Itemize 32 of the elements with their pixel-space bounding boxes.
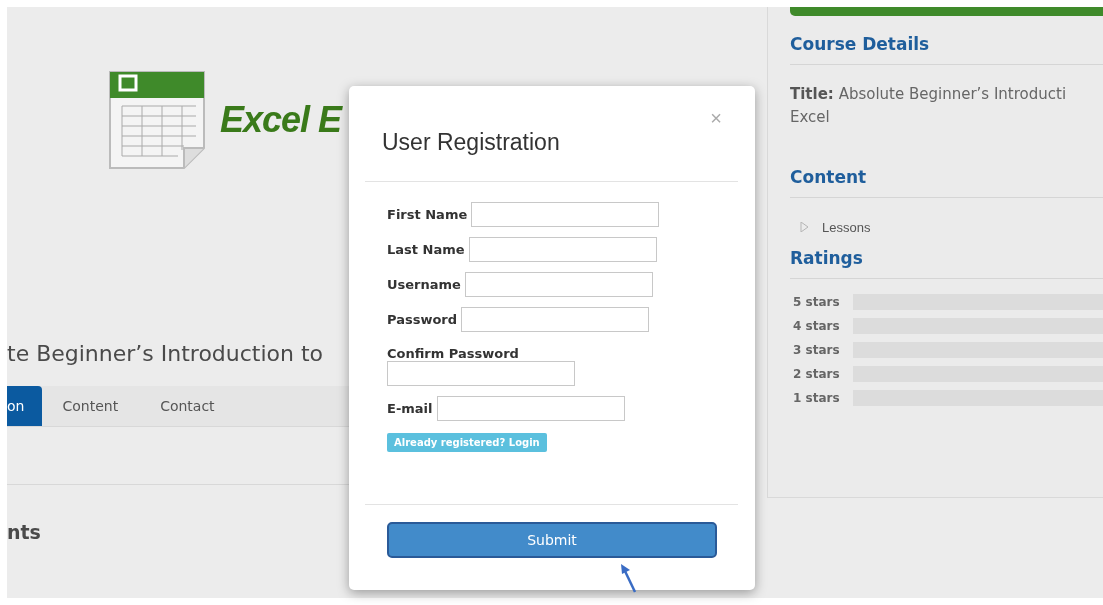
field-label: Password: [387, 312, 458, 327]
section-heading: nts: [7, 521, 41, 543]
spreadsheet-icon: [108, 70, 206, 170]
rating-label: 1 stars: [792, 391, 841, 405]
expand-icon[interactable]: [800, 222, 808, 232]
tree-item[interactable]: Lessons: [822, 219, 871, 235]
tab[interactable]: Contact: [160, 386, 237, 426]
rating-label: 3 stars: [792, 343, 841, 357]
section-heading: Ratings: [790, 248, 864, 268]
input-field[interactable]: [387, 361, 575, 386]
section-heading: Content: [790, 167, 868, 187]
logo-text: Excel E: [220, 99, 342, 141]
input-field[interactable]: [464, 272, 653, 297]
field-label: Confirm Password: [387, 346, 519, 361]
input-field[interactable]: [461, 307, 650, 332]
section-heading: Course Details: [790, 34, 931, 54]
course-title-text: Title: Absolute Beginner’s Introducti Excel: [790, 84, 1068, 128]
rating-label: 2 stars: [792, 367, 841, 381]
field-label: Username: [387, 277, 461, 292]
rating-label: 5 stars: [792, 295, 841, 309]
rating-label: 4 stars: [792, 319, 841, 333]
input-field[interactable]: [436, 396, 625, 421]
course-title: te Beginner’s Introduction to: [7, 341, 324, 368]
field-label: First Name: [387, 207, 468, 222]
field-label: Last Name: [387, 242, 465, 257]
tab[interactable]: Content: [62, 386, 141, 426]
input-field[interactable]: [471, 202, 660, 227]
tab[interactable]: on: [7, 386, 43, 426]
field-label: E-mail: [387, 401, 433, 416]
submit-button[interactable]: Submit: [387, 522, 717, 558]
dialog-title: User Registration: [382, 129, 561, 157]
input-field[interactable]: [468, 237, 657, 262]
